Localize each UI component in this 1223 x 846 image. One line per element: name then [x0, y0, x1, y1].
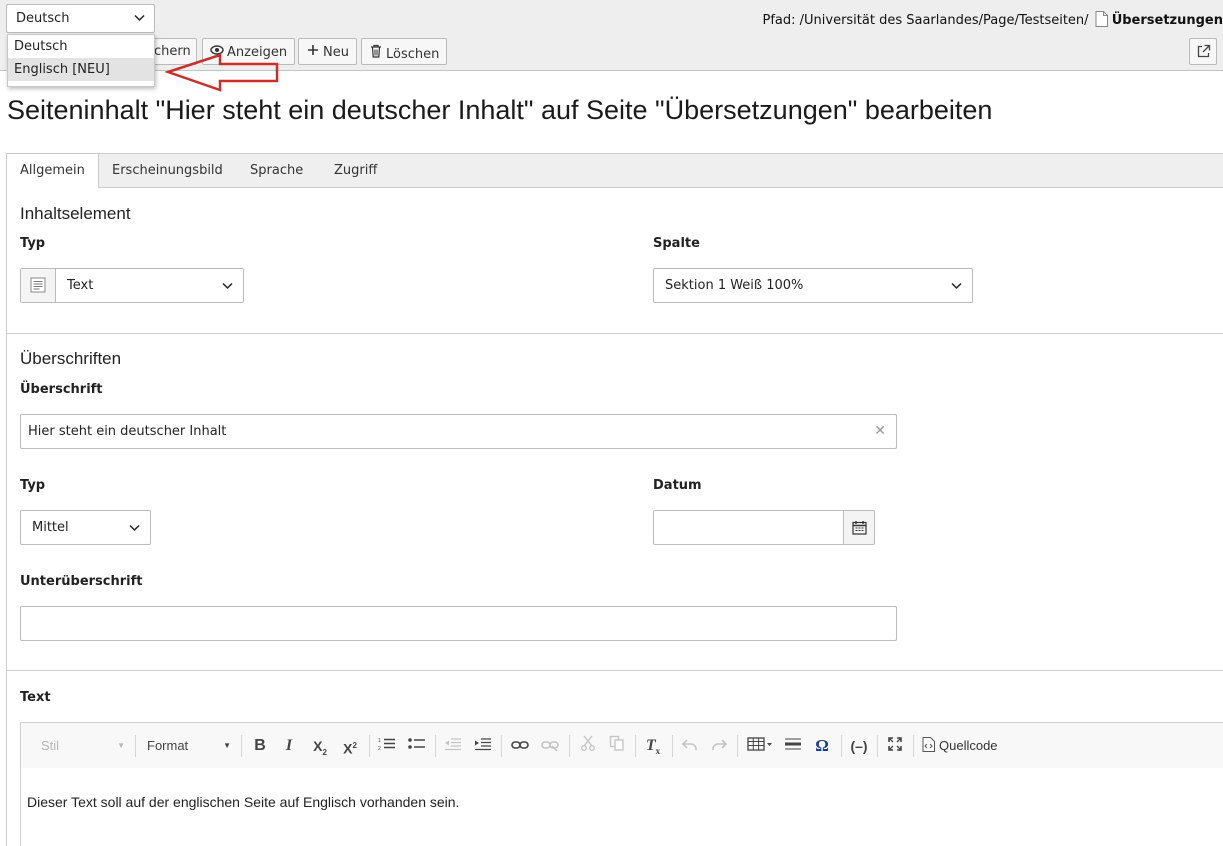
page-title: Seiteninhalt "Hier steht ein deutscher I… [7, 95, 993, 125]
toolbar-separator [877, 735, 878, 757]
tab-erscheinungsbild[interactable]: Erscheinungsbild [112, 154, 223, 188]
chevron-down-icon: ▼ [223, 741, 231, 750]
column-label: Spalte [653, 236, 700, 251]
section-divider [6, 333, 1223, 334]
source-icon [922, 737, 935, 759]
soft-hyphen-icon[interactable]: (–) [848, 735, 870, 757]
header-type-select[interactable]: Mittel [20, 510, 151, 545]
text-type-icon [21, 269, 56, 302]
format-combo-label: Format [147, 738, 189, 753]
delete-button[interactable]: Löschen [361, 38, 448, 65]
new-button[interactable]: Neu [298, 38, 357, 65]
style-combo[interactable]: Stil ▼ [41, 735, 125, 757]
tab-bar: Allgemein Erscheinungsbild Sprache Zugri… [6, 153, 1223, 189]
language-select-value: Deutsch [16, 11, 70, 26]
toolbar-separator [569, 735, 570, 757]
horizontal-line-icon[interactable] [782, 735, 804, 757]
tab-sprache[interactable]: Sprache [250, 154, 303, 188]
subheader-label: Unterüberschrift [20, 574, 143, 589]
toolbar-separator [241, 735, 242, 757]
chevron-down-icon [222, 279, 233, 294]
content-type-select[interactable]: Text [20, 268, 244, 303]
header-input-value: Hier steht ein deutscher Inhalt [28, 424, 227, 439]
chevron-down-icon [951, 279, 962, 294]
svg-text:2: 2 [378, 746, 381, 751]
toolbar-separator [737, 735, 738, 757]
source-button-label: Quellcode [939, 738, 998, 753]
tab-allgemein[interactable]: Allgemein [7, 154, 99, 189]
toolbar-separator [635, 735, 636, 757]
outdent-icon[interactable] [442, 735, 464, 757]
tab-zugriff[interactable]: Zugriff [334, 154, 377, 188]
subheader-input[interactable] [20, 606, 897, 641]
chevron-down-icon [129, 521, 140, 536]
toolbar-separator [672, 735, 673, 757]
numbered-list-icon[interactable]: 12 [376, 735, 398, 757]
toolbar-separator [913, 735, 914, 757]
type-label: Typ [20, 236, 46, 251]
section-title-content-element: Inhaltselement [20, 204, 131, 223]
rte-editor[interactable]: Dieser Text soll auf der englischen Seit… [20, 768, 1223, 846]
toolbar-separator [435, 735, 436, 757]
trash-icon [369, 44, 383, 62]
plus-icon [306, 44, 320, 60]
header-label: Überschrift [20, 382, 103, 397]
subscript-icon[interactable]: X2 [308, 735, 332, 757]
toolbar-separator [841, 735, 842, 757]
link-icon[interactable] [508, 735, 532, 757]
remove-format-icon[interactable]: Tx [642, 735, 664, 757]
path-current-page: Übersetzungen [1111, 13, 1223, 28]
header-input[interactable]: Hier steht ein deutscher Inhalt ✕ [20, 414, 897, 449]
date-picker-button[interactable] [843, 510, 875, 545]
table-icon[interactable] [745, 735, 775, 757]
svg-text:1: 1 [378, 738, 381, 744]
header-type-value: Mittel [32, 520, 69, 535]
redo-icon[interactable] [708, 735, 730, 757]
undo-icon[interactable] [679, 735, 701, 757]
red-arrow-annotation [165, 53, 279, 92]
superscript-icon[interactable]: X2 [338, 735, 362, 757]
source-button[interactable]: Quellcode [922, 735, 1012, 757]
toolbar-separator [135, 735, 136, 757]
page-icon [1095, 11, 1108, 31]
toolbar-separator [369, 735, 370, 757]
format-combo[interactable]: Format ▼ [147, 735, 231, 757]
bullet-list-icon[interactable] [406, 735, 428, 757]
date-input[interactable] [653, 510, 844, 545]
page-path: Pfad: /Universität des Saarlandes/Page/T… [762, 11, 1223, 31]
open-new-window-button[interactable] [1189, 38, 1217, 65]
date-label: Datum [653, 478, 702, 493]
italic-icon[interactable]: I [279, 735, 299, 757]
style-combo-label: Stil [41, 738, 60, 753]
section-divider [6, 670, 1223, 671]
chevron-down-icon: ▼ [117, 741, 125, 750]
language-select[interactable]: Deutsch [6, 4, 155, 33]
bodytext-label: Text [20, 690, 51, 705]
indent-icon[interactable] [472, 735, 494, 757]
new-button-label: Neu [323, 45, 349, 60]
rte-body-text: Dieser Text soll auf der englischen Seit… [27, 794, 460, 810]
language-dropdown-list: Deutsch Englisch [NEU] [7, 34, 155, 87]
language-option-deutsch[interactable]: Deutsch [8, 35, 154, 58]
toolbar-separator [501, 735, 502, 757]
content-type-value: Text [67, 278, 94, 293]
copy-icon[interactable] [606, 735, 628, 757]
section-title-headings: Überschriften [20, 349, 122, 368]
maximize-icon[interactable] [884, 735, 906, 757]
bold-icon[interactable]: B [250, 735, 270, 757]
cut-icon[interactable] [577, 735, 599, 757]
language-option-englisch[interactable]: Englisch [NEU] [8, 58, 154, 81]
delete-button-label: Löschen [386, 47, 440, 62]
unlink-icon[interactable] [538, 735, 562, 757]
column-select-value: Sektion 1 Weiß 100% [665, 278, 804, 293]
rte-toolbar: Stil ▼ Format ▼ B I X2 X2 12 Tx Ω (–) Qu… [20, 722, 1223, 769]
path-prefix: Pfad: /Universität des Saarlandes/Page/T… [762, 13, 1089, 28]
special-char-icon[interactable]: Ω [811, 735, 833, 757]
column-select[interactable]: Sektion 1 Weiß 100% [653, 268, 973, 303]
close-icon[interactable]: ✕ [874, 423, 886, 439]
header-type-label: Typ [20, 478, 46, 493]
chevron-down-icon [134, 12, 145, 25]
